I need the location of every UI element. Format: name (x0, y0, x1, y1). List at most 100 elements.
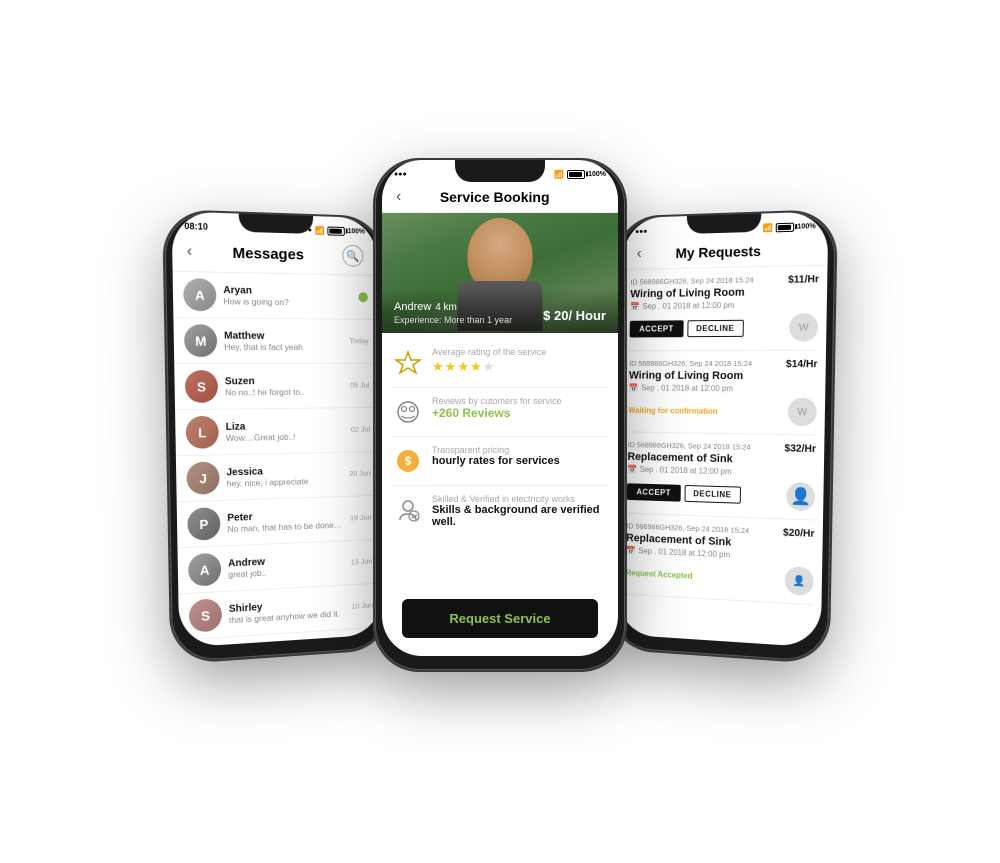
messages-header: ‹ Messages 🔍 (172, 236, 377, 276)
rating-label: Average rating of the service (432, 347, 546, 357)
verified-icon (392, 494, 424, 526)
avatar: L (186, 416, 219, 449)
message-meta: 13 Jun (351, 556, 373, 568)
message-preview: Wow....Great job..! (226, 430, 345, 442)
request-id-name: ID 568986GH326, Sep 24 2018 15:24 Replac… (627, 440, 750, 466)
center-phone: ●●● 📶 100% ‹ Service Booking (375, 160, 625, 670)
notch-left (239, 214, 314, 234)
message-meta: Today (349, 336, 368, 347)
skills-value: Skills & background are verified well. (432, 504, 608, 528)
unread-dot (358, 292, 368, 302)
accepted-status: Request Accepted (626, 568, 693, 580)
user-avatar-placeholder: 👤 (785, 566, 814, 596)
table-row: ID 568986GH326, Sep 24 2018 15:24 Replac… (627, 432, 817, 520)
rating-section: Average rating of the service ★ ★ ★ ★ ★ (392, 339, 608, 388)
message-date: 02 Jul (351, 424, 370, 433)
user-avatar: W (788, 398, 817, 427)
avatar: P (187, 507, 220, 541)
message-content: Suzen No no..! he forgot to.. (225, 375, 344, 397)
request-header-row: ID 568986GH326, Sep 24 2018 15:24 Replac… (627, 440, 816, 467)
list-item[interactable]: S Suzen No no..! he forgot to.. 05 Jul (174, 364, 379, 410)
message-meta: 10 Jun (352, 600, 374, 612)
provider-price: $ 20/ Hour (543, 308, 606, 323)
battery-center (567, 170, 585, 179)
message-content: Liza Wow....Great job..! (226, 420, 345, 443)
price-icon: $ (392, 445, 424, 477)
message-meta: 05 Jul (350, 380, 369, 391)
accepted-row: Request Accepted 👤 (625, 559, 813, 597)
decline-button[interactable]: DECLINE (684, 484, 740, 503)
reviews-section: Reviews by cutomers for service +260 Rev… (392, 388, 608, 437)
right-phone: ●●● 📶 100% ‹ My Requests (610, 211, 836, 662)
message-content: Peter No man, that has to be done by tod… (227, 508, 343, 533)
request-id: ID 568986GH326, Sep 24 2018 15:24 (629, 359, 752, 368)
avatar: A (183, 278, 216, 311)
list-item[interactable]: M Matthew Hey, that is fact yeah Today (173, 318, 378, 364)
sender-name: Matthew (224, 330, 343, 342)
messages-title: Messages (192, 243, 342, 264)
battery-right (776, 222, 795, 232)
request-id-name: ID 568986GH326, Sep 24 2018 15:24 Wiring… (629, 359, 752, 382)
review-icon (392, 396, 424, 428)
avatar: S (185, 370, 218, 403)
request-id: ID 568986GH326, Sep 24 2018 15:24 (628, 440, 751, 451)
battery-left (327, 226, 345, 235)
user-avatar-placeholder: 👤 (786, 482, 815, 511)
action-row: ACCEPT DECLINE 👤 (627, 477, 816, 511)
message-date: 20 Jun (349, 468, 371, 477)
pricing-label: Transparent pricing (432, 445, 560, 455)
status-row: Waiting for confirmation W (628, 396, 817, 426)
request-name: Replacement of Sink (627, 451, 750, 466)
message-content: Andrew great job.. (228, 553, 344, 580)
avatar: A (188, 553, 221, 587)
messages-list: A Aryan How is going on? M Matthew Hey, … (173, 272, 383, 648)
search-icon[interactable]: 🔍 (342, 245, 363, 267)
request-list: ID 568986GH326, Sep 24 2018 15:24 Wiring… (617, 266, 828, 648)
decline-button[interactable]: DECLINE (687, 319, 743, 336)
table-row: ID 568986GH326, Sep 24 2018 15:24 Replac… (625, 514, 814, 606)
message-meta (358, 290, 368, 304)
request-header-row: ID 568986GH326, Sep 24 2018 15:24 Wiring… (630, 274, 819, 300)
table-row: ID 568986GH326, Sep 24 2018 15:24 Wiring… (629, 266, 819, 351)
message-preview: How is going on? (223, 296, 351, 308)
skills-label: Skilled & Verified in electricity works (432, 494, 608, 504)
battery-pct-center: 100% (588, 171, 606, 178)
star-icon (392, 347, 424, 379)
notch-right (687, 214, 762, 234)
list-item[interactable]: A Aryan How is going on? (173, 272, 378, 320)
table-row: ID 568986GH326, Sep 24 2018 15:24 Wiring… (628, 351, 818, 436)
status-icons-center: 📶 100% (554, 170, 606, 179)
skills-section: Skilled & Verified in electricity works … (392, 486, 608, 536)
provider-name: Andrew 4 km (394, 297, 457, 313)
request-header-row: ID 568986GH326, Sep 24 2018 15:24 Wiring… (629, 359, 818, 383)
request-service-button[interactable]: Request Service (402, 599, 598, 638)
accept-button[interactable]: ACCEPT (627, 483, 681, 501)
list-item[interactable]: J Jessica hey, nice, i appreciate 20 Jun (176, 452, 381, 503)
message-preview: Hey, that is fact yeah (224, 341, 343, 351)
message-date: 10 Jun (352, 600, 374, 610)
request-date: 📅 Sep . 01 2018 at 12:00 pm (627, 465, 815, 479)
message-preview: No no..! he forgot to.. (225, 386, 344, 397)
message-date: 13 Jun (351, 556, 373, 566)
svg-text:$: $ (405, 454, 412, 468)
avatar: M (184, 324, 217, 357)
message-date: 16 Jun (350, 512, 372, 522)
request-price: $32/Hr (784, 443, 816, 455)
booking-sections: Average rating of the service ★ ★ ★ ★ ★ (382, 333, 618, 587)
notch-center (455, 160, 545, 182)
provider-hero-image: Andrew 4 km Experience: More than 1 year… (382, 213, 618, 333)
message-content: Shirley that is great anyhow we did it. (229, 597, 345, 625)
message-meta: 16 Jun (350, 512, 372, 524)
accept-button[interactable]: ACCEPT (630, 320, 684, 337)
request-name: Wiring of Living Room (629, 370, 752, 382)
message-content: Matthew Hey, that is fact yeah (224, 330, 343, 352)
request-price: $11/Hr (788, 274, 819, 286)
list-item[interactable]: S Shirley that is great anyhow we did it… (178, 584, 383, 641)
request-price: $20/Hr (783, 527, 815, 539)
message-content: Jessica hey, nice, i appreciate (226, 464, 342, 488)
battery-pct-left: 100% (348, 228, 365, 235)
pricing-section: $ Transparent pricing hourly rates for s… (392, 437, 608, 486)
list-item[interactable]: L Liza Wow....Great job..! 02 Jul (175, 408, 380, 456)
request-id-name: ID 568986GH326, Sep 24 2018 15:24 Wiring… (630, 275, 753, 300)
avatar: J (186, 461, 219, 494)
